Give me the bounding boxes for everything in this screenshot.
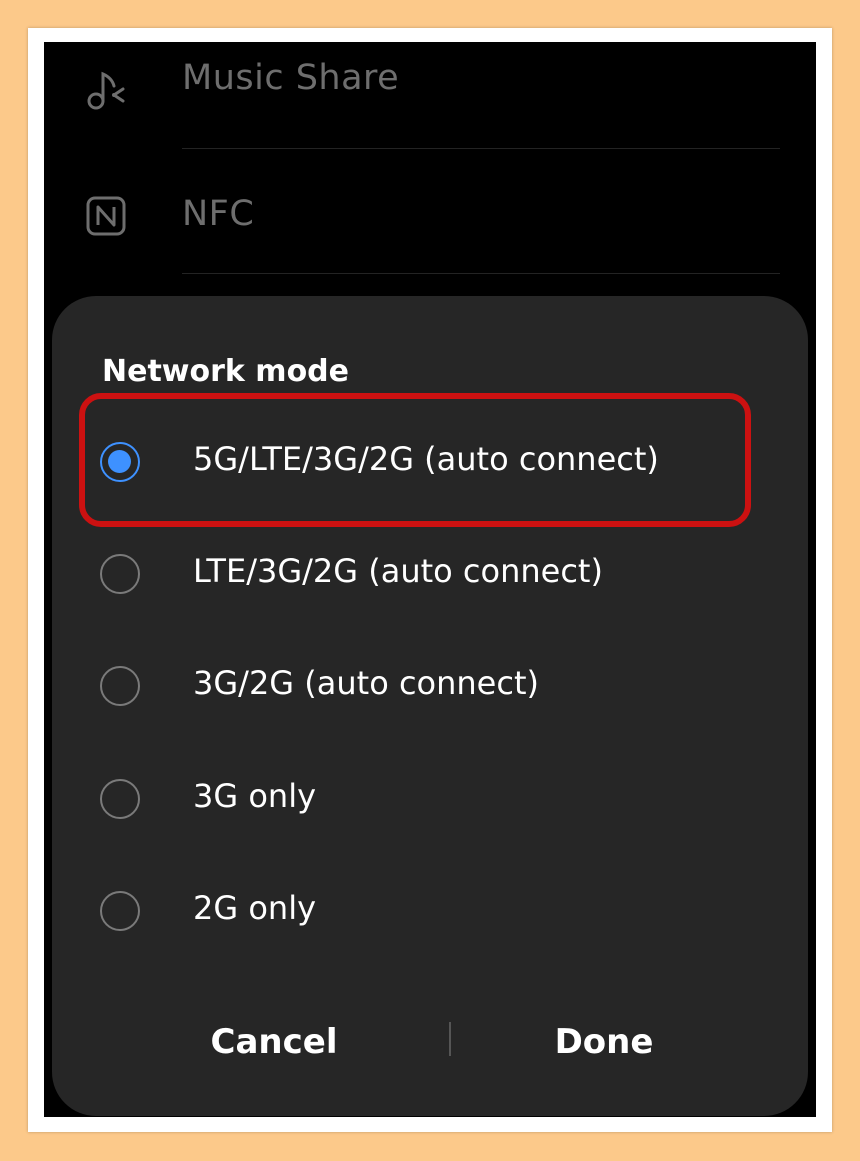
music-share-icon bbox=[82, 66, 130, 114]
network-mode-dialog: Network mode 5G/LTE/3G/2G (auto connect)… bbox=[52, 296, 808, 1116]
settings-item-label: Music Share bbox=[182, 58, 400, 98]
option-5g-lte-3g-2g[interactable]: 5G/LTE/3G/2G (auto connect) bbox=[78, 406, 758, 518]
option-label: 2G only bbox=[193, 889, 317, 927]
settings-item-label: NFC bbox=[182, 194, 255, 234]
option-2g-only[interactable]: 2G only bbox=[78, 855, 758, 967]
radio-selected-icon[interactable] bbox=[100, 442, 140, 482]
radio-unselected-icon[interactable] bbox=[100, 891, 140, 931]
cancel-button[interactable]: Cancel bbox=[124, 1002, 424, 1082]
done-button[interactable]: Done bbox=[454, 1002, 754, 1082]
divider bbox=[182, 148, 780, 149]
option-label: 3G/2G (auto connect) bbox=[193, 664, 539, 702]
settings-item-nfc[interactable]: NFC bbox=[44, 154, 816, 278]
option-label: 5G/LTE/3G/2G (auto connect) bbox=[193, 440, 659, 478]
option-3g-2g[interactable]: 3G/2G (auto connect) bbox=[78, 630, 758, 742]
option-3g-only[interactable]: 3G only bbox=[78, 743, 758, 855]
option-label: LTE/3G/2G (auto connect) bbox=[193, 552, 603, 590]
radio-unselected-icon[interactable] bbox=[100, 554, 140, 594]
button-divider bbox=[449, 1022, 451, 1056]
settings-item-music-share[interactable]: Music Share bbox=[44, 42, 816, 156]
option-lte-3g-2g[interactable]: LTE/3G/2G (auto connect) bbox=[78, 518, 758, 630]
nfc-icon bbox=[82, 192, 130, 240]
radio-unselected-icon[interactable] bbox=[100, 666, 140, 706]
divider bbox=[182, 273, 780, 274]
radio-unselected-icon[interactable] bbox=[100, 779, 140, 819]
phone-screen: Music Share NFC Network mode 5G/LTE/3G/2… bbox=[44, 42, 816, 1117]
option-label: 3G only bbox=[193, 777, 317, 815]
dialog-title: Network mode bbox=[102, 354, 350, 389]
